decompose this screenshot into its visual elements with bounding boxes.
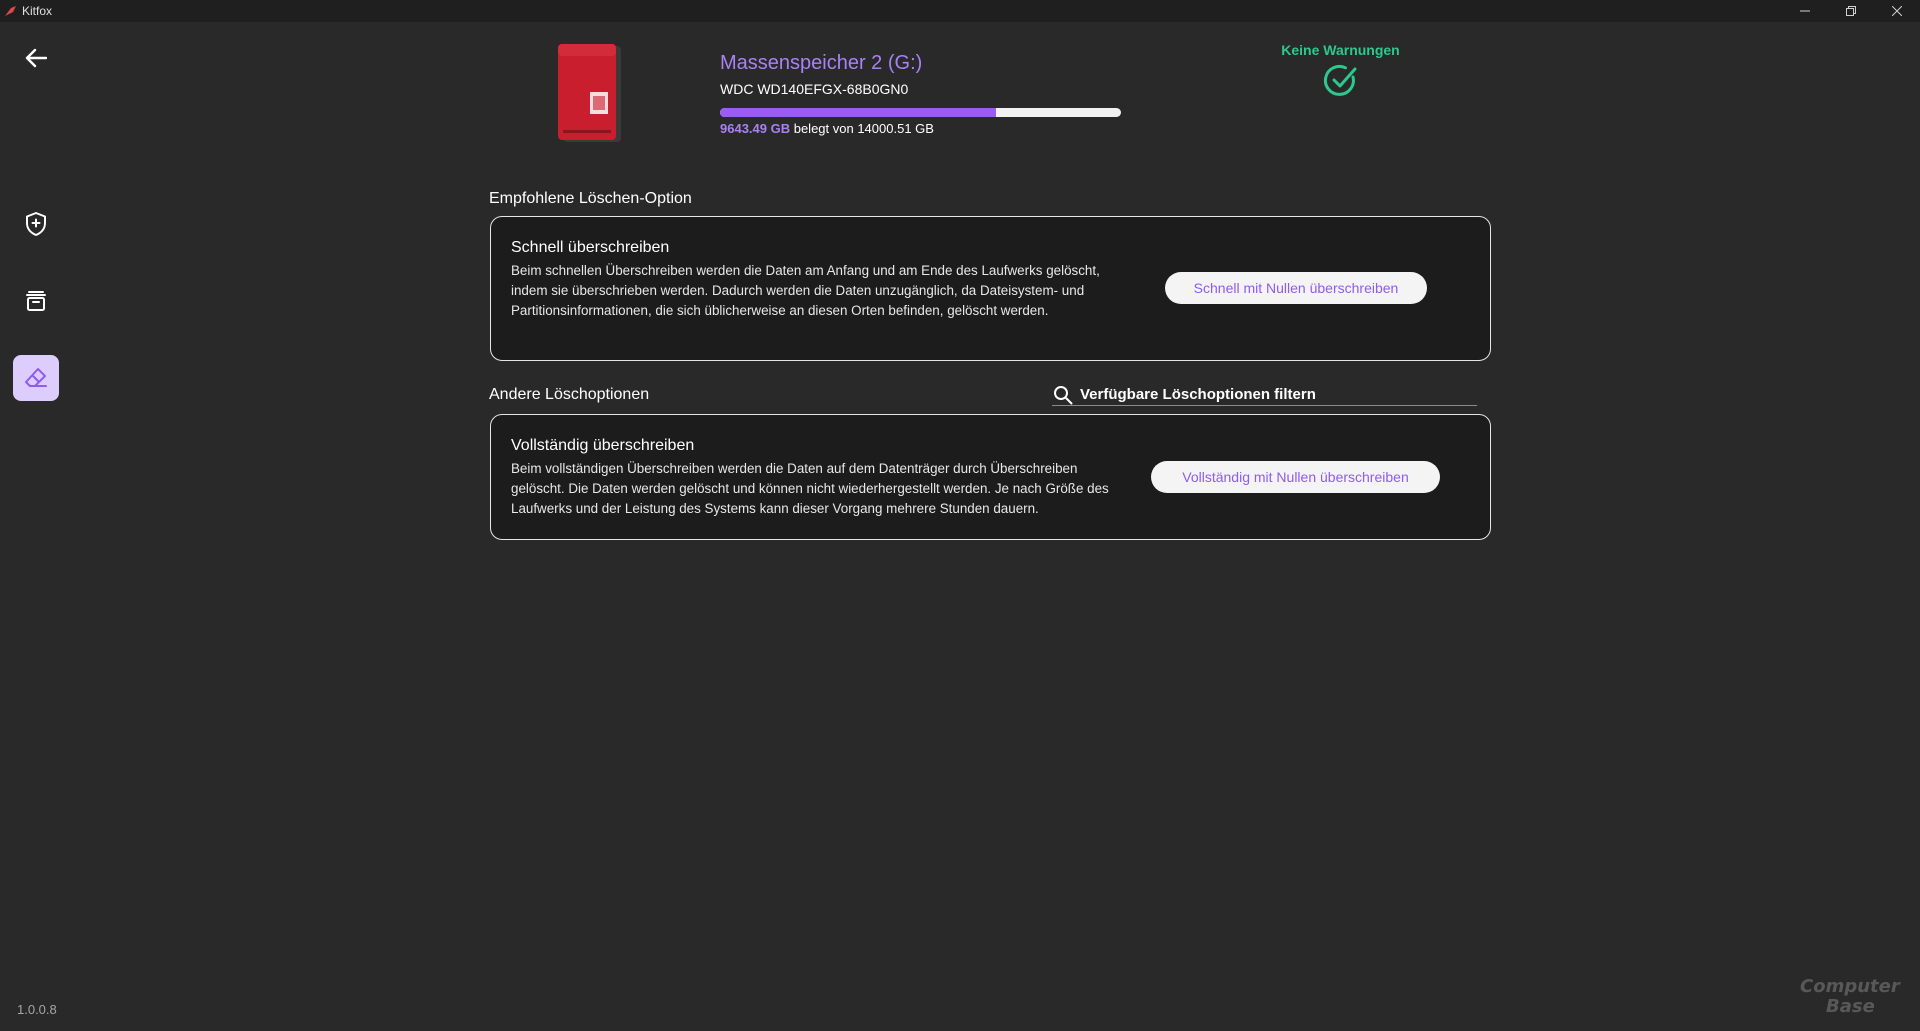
recommended-section-title: Empfohlene Löschen-Option	[489, 190, 692, 207]
drive-model: WDC WD140EFGX-68B0GN0	[720, 81, 909, 97]
option-title: Vollständig überschreiben	[511, 437, 695, 454]
sidebar-item-archive[interactable]	[13, 278, 59, 324]
full-overwrite-option-card: Vollständig überschreiben Beim vollständ…	[490, 414, 1491, 540]
restore-icon[interactable]	[1828, 0, 1874, 22]
shield-plus-icon	[26, 212, 46, 236]
sidebar-item-security[interactable]	[13, 201, 59, 247]
status-label: Keine Warnungen	[1281, 42, 1400, 58]
usage-progress-bar	[720, 108, 1121, 117]
back-arrow-icon	[25, 48, 47, 68]
full-overwrite-button[interactable]: Vollständig mit Nullen überschreiben	[1151, 461, 1440, 493]
close-icon[interactable]	[1874, 0, 1920, 22]
option-description: Beim schnellen Überschreiben werden die …	[511, 263, 1100, 318]
filter-field[interactable]	[1052, 384, 1477, 406]
other-section-title: Andere Löschoptionen	[489, 386, 650, 403]
window-title: Kitfox	[22, 4, 53, 18]
title-bar: Kitfox	[0, 0, 1920, 22]
watermark-line: Base	[1826, 996, 1875, 1017]
eraser-icon	[25, 368, 47, 387]
app-version: 1.0.0.8	[17, 1002, 57, 1017]
archive-icon	[26, 291, 46, 311]
minimize-icon[interactable]	[1782, 0, 1828, 22]
computerbase-watermark: Computer Base	[1800, 977, 1910, 1023]
status-indicator: Keine Warnungen	[1270, 42, 1411, 99]
recommended-option-card: Schnell überschreiben Beim schnellen Übe…	[490, 216, 1491, 361]
option-description: Beim vollständigen Überschreiben werden …	[511, 461, 1109, 516]
total-space: 14000.51 GB	[857, 121, 934, 136]
search-icon	[1052, 384, 1074, 406]
drive-name: Massenspeicher 2 (G:)	[720, 52, 923, 74]
check-circle-icon	[1323, 64, 1356, 96]
window-controls	[1782, 0, 1920, 22]
sidebar: 1.0.0.8	[0, 22, 72, 1031]
watermark-line: Computer	[1800, 976, 1900, 997]
usage-text: 9643.49 GB belegt von 14000.51 GB	[720, 121, 934, 136]
used-space: 9643.49 GB	[720, 121, 791, 136]
sidebar-item-erase[interactable]	[13, 355, 59, 401]
drive-image	[553, 42, 627, 144]
usage-progress-fill	[720, 108, 997, 117]
quick-overwrite-button[interactable]: Schnell mit Nullen überschreiben	[1165, 272, 1427, 304]
option-title: Schnell überschreiben	[511, 239, 670, 256]
usage-middle-text: belegt von	[790, 121, 858, 136]
kitfox-logo-icon	[4, 4, 18, 18]
back-button[interactable]	[20, 42, 52, 74]
filter-input[interactable]	[1080, 386, 1477, 403]
